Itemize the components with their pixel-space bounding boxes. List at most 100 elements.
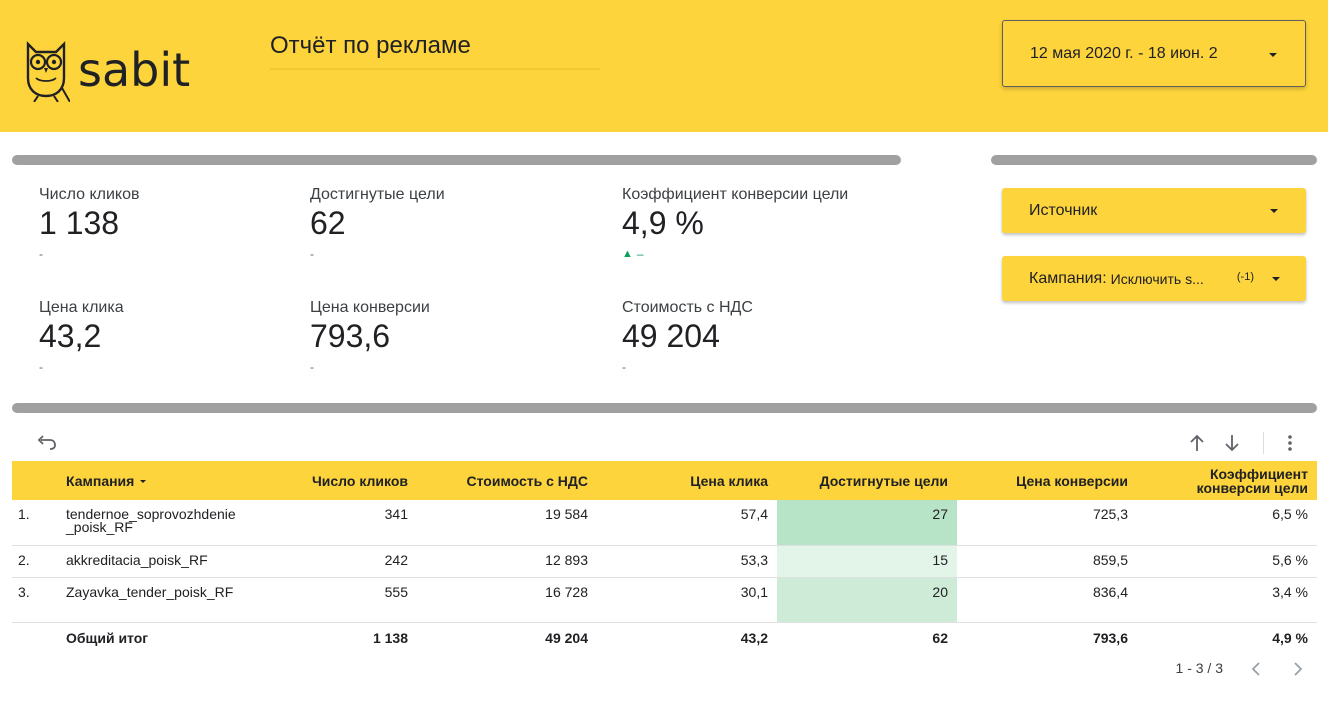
cell-conversion-rate: 6,5 % xyxy=(1272,506,1308,522)
total-cpc: 43,2 xyxy=(740,629,768,646)
chevron-down-icon xyxy=(1272,277,1280,281)
source-filter[interactable]: Источник xyxy=(1002,188,1306,233)
section-divider xyxy=(12,403,1317,413)
header-index xyxy=(12,461,57,500)
date-range-value: 12 мая 2020 г. - 18 июн. 2 xyxy=(1030,44,1218,62)
header-label: Достигнутые цели xyxy=(819,472,948,489)
chevron-right-icon[interactable] xyxy=(1292,660,1304,678)
date-range-picker[interactable]: 12 мая 2020 г. - 18 июн. 2 xyxy=(1002,20,1306,87)
chevron-down-icon xyxy=(1269,53,1277,57)
cell-cpc: 53,3 xyxy=(740,551,768,568)
toolbar-separator xyxy=(1263,432,1264,454)
cell-campaign: tendernoe_soprovozhdenie_poisk_RF xyxy=(66,506,236,535)
cell-cpa: 725,3 xyxy=(1092,506,1128,522)
undo-icon[interactable] xyxy=(37,434,57,450)
header-label: Кампания xyxy=(66,472,135,489)
scorecard-goals: Достигнутые цели 62 - xyxy=(310,186,445,261)
scorecard-value: 62 xyxy=(310,205,346,241)
header-conversion-rate[interactable]: Коэффициент конверсии цели xyxy=(1137,461,1317,500)
table-row[interactable]: 1. tendernoe_soprovozhdenie_poisk_RF 341… xyxy=(12,500,1317,545)
scorecard-label: Достигнутые цели xyxy=(310,186,445,203)
header-cpc[interactable]: Цена клика xyxy=(597,461,777,500)
cell-conversion-rate: 5,6 % xyxy=(1272,551,1308,568)
scorecard-label: Стоимость с НДС xyxy=(622,299,753,316)
cell-conversion-rate: 3,4 % xyxy=(1272,583,1308,600)
filter-label: Источник xyxy=(1029,201,1098,219)
cell-cpa: 836,4 xyxy=(1092,583,1128,600)
header-campaign[interactable]: Кампания xyxy=(57,461,249,500)
scorecard-clicks: Число кликов 1 138 - xyxy=(39,186,140,261)
report-header: sabit Отчёт по рекламе 12 мая 2020 г. - … xyxy=(0,0,1328,132)
scorecard-cpa: Цена конверсии 793,6 - xyxy=(310,299,430,374)
logo-text: sabit xyxy=(78,43,191,97)
cell-campaign: akkreditacia_poisk_RF xyxy=(66,551,208,568)
scorecard-delta: - xyxy=(310,247,314,262)
section-divider xyxy=(991,155,1317,165)
total-cost: 49 204 xyxy=(545,629,588,646)
header-label: Цена клика xyxy=(690,472,768,489)
campaign-table: Кампания Число кликов Стоимость с НДС Це… xyxy=(12,461,1317,654)
table-total-row: Общий итог 1 138 49 204 43,2 62 793,6 4,… xyxy=(12,622,1317,654)
total-label: Общий итог xyxy=(66,629,149,646)
owl-logo-icon xyxy=(26,41,70,102)
header-label: Цена конверсии xyxy=(1016,472,1128,489)
delta-value: – xyxy=(636,247,644,262)
row-index: 2. xyxy=(18,551,30,568)
cell-cost: 16 728 xyxy=(545,583,588,600)
table-header-row: Кампания Число кликов Стоимость с НДС Це… xyxy=(12,461,1317,500)
total-conversion-rate: 4,9 % xyxy=(1272,629,1308,646)
header-label: Коэффициент конверсии цели xyxy=(1196,465,1308,496)
table-row[interactable]: 3. Zayavka_tender_poisk_RF 555 16 728 30… xyxy=(12,577,1317,622)
scorecard-label: Коэффициент конверсии цели xyxy=(622,186,849,203)
cell-cost: 19 584 xyxy=(545,506,588,522)
scorecard-delta: ▲ – xyxy=(622,247,848,261)
cell-clicks: 341 xyxy=(384,506,408,522)
scorecard-delta: - xyxy=(310,360,314,375)
cell-goals: 20 xyxy=(777,577,957,622)
section-divider xyxy=(12,155,901,165)
scorecard-cost: Стоимость с НДС 49 204 - xyxy=(622,299,753,374)
title-underline xyxy=(270,68,600,70)
chevron-down-icon xyxy=(1270,209,1278,213)
scorecard-delta: - xyxy=(622,360,626,375)
cell-clicks: 242 xyxy=(384,551,408,568)
row-index: 1. xyxy=(18,506,30,522)
scorecard-conversion-rate: Коэффициент конверсии цели 4,9 % ▲ – xyxy=(622,186,848,261)
chevron-left-icon[interactable] xyxy=(1250,660,1262,678)
cell-goals: 27 xyxy=(777,500,957,545)
cell-cpc: 57,4 xyxy=(740,506,768,522)
cell-goals: 15 xyxy=(777,545,957,577)
scorecard-cpc: Цена клика 43,2 - xyxy=(39,299,124,374)
header-cost[interactable]: Стоимость с НДС xyxy=(417,461,597,500)
header-clicks[interactable]: Число кликов xyxy=(249,461,417,500)
scorecard-delta: - xyxy=(39,360,43,375)
header-cpa[interactable]: Цена конверсии xyxy=(957,461,1137,500)
arrow-down-icon[interactable] xyxy=(1224,434,1240,452)
scorecard-value: 43,2 xyxy=(39,318,102,354)
filter-count-badge: (-1) xyxy=(1236,271,1254,283)
arrow-up-icon: ▲ xyxy=(622,248,633,261)
cell-clicks: 555 xyxy=(384,583,408,600)
scorecard-label: Цена конверсии xyxy=(310,299,430,316)
pagination-status: 1 - 3 / 3 xyxy=(1175,660,1223,676)
filter-label: Кампания: xyxy=(1029,269,1107,287)
scorecard-value: 4,9 % xyxy=(622,205,704,241)
scorecard-value: 1 138 xyxy=(39,205,120,241)
cell-cpc: 30,1 xyxy=(740,583,768,600)
table-row[interactable]: 2. akkreditacia_poisk_RF 242 12 893 53,3… xyxy=(12,545,1317,577)
cell-campaign: Zayavka_tender_poisk_RF xyxy=(66,583,234,600)
campaign-filter[interactable]: Кампания: Исключить s... (-1) xyxy=(1002,256,1306,301)
arrow-up-icon[interactable] xyxy=(1189,434,1205,452)
logo: sabit xyxy=(22,38,190,102)
header-label: Число кликов xyxy=(311,472,408,489)
page-title: Отчёт по рекламе xyxy=(270,32,471,59)
total-clicks: 1 138 xyxy=(372,629,408,646)
filter-value: Исключить s... xyxy=(1110,270,1204,287)
cell-cost: 12 893 xyxy=(545,551,588,568)
cell-cpa: 859,5 xyxy=(1092,551,1128,568)
more-vert-icon[interactable] xyxy=(1287,434,1293,452)
header-goals[interactable]: Достигнутые цели xyxy=(777,461,957,500)
header-label: Стоимость с НДС xyxy=(466,472,589,489)
scorecard-value: 793,6 xyxy=(310,318,391,354)
scorecard-label: Число кликов xyxy=(39,186,140,203)
